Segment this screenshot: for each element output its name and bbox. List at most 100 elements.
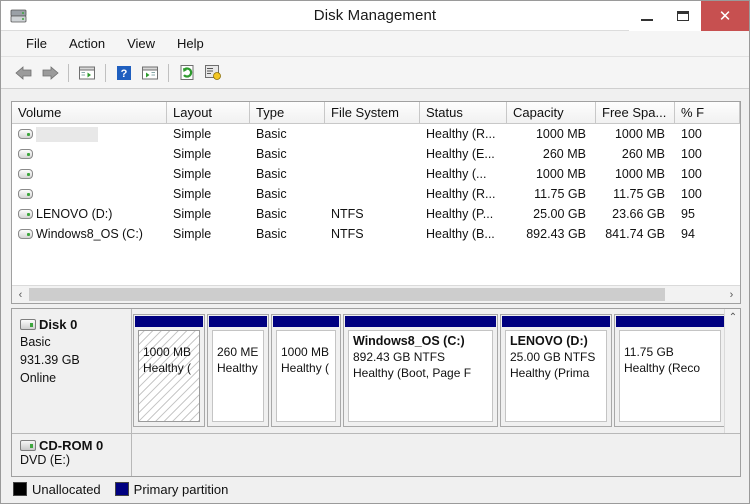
scroll-right-icon[interactable]: › xyxy=(723,286,740,303)
disk-0-info[interactable]: Disk 0 Basic 931.39 GB Online xyxy=(12,309,132,433)
rescan-disks-icon[interactable] xyxy=(200,60,226,86)
cell-free-space: 1000 MB xyxy=(614,127,665,141)
table-row[interactable]: Simple Basic Healthy (R... 1000 MB 1000 MB 10… xyxy=(12,124,740,144)
toolbar-separator xyxy=(168,63,169,82)
toolbar: ? xyxy=(1,57,749,89)
cdrom-0-info[interactable]: CD-ROM 0 DVD (E:) xyxy=(12,434,132,476)
partition-windows8-os-c[interactable]: Windows8_OS (C:) 892.43 GB NTFS Healthy (B… xyxy=(343,314,498,427)
volume-label xyxy=(36,126,98,142)
maximize-button[interactable] xyxy=(665,1,701,31)
scroll-up-icon[interactable]: ⌃ xyxy=(725,309,740,325)
table-row[interactable]: LENOVO (D:) Simple Basic NTFS Healthy (P... 2… xyxy=(12,204,740,224)
graphical-view-vertical-scrollbar[interactable]: ⌃ xyxy=(724,309,740,433)
cdrom-icon xyxy=(20,440,36,451)
column-header-type[interactable]: Type xyxy=(250,102,325,123)
menu-view[interactable]: View xyxy=(116,33,166,54)
cell-status: Healthy (B... xyxy=(426,227,495,241)
column-header-status[interactable]: Status xyxy=(420,102,507,123)
show-hide-action-pane-icon[interactable] xyxy=(137,60,163,86)
column-header-capacity[interactable]: Capacity xyxy=(507,102,596,123)
column-header-free-space[interactable]: Free Spa... xyxy=(596,102,675,123)
volume-list-horizontal-scrollbar[interactable]: ‹ › xyxy=(12,285,740,303)
table-row[interactable]: Simple Basic Healthy (E... 260 MB 260 MB 100 xyxy=(12,144,740,164)
partition-lenovo-d[interactable]: LENOVO (D:) 25.00 GB NTFS Healthy (Prima xyxy=(500,314,612,427)
cell-percent-free: 100 xyxy=(681,127,702,141)
column-header-percent-free[interactable]: % F xyxy=(675,102,740,123)
partition-status: Healthy (Boot, Page F xyxy=(353,366,472,380)
cell-free-space: 11.75 GB xyxy=(613,187,665,201)
cell-file-system: NTFS xyxy=(331,227,364,241)
volume-name-group xyxy=(18,126,98,142)
cell-type: Basic xyxy=(256,127,287,141)
cdrom-0-label: DVD (E:) xyxy=(20,453,70,467)
partition-recovery-1[interactable]: 1000 MB Healthy ( xyxy=(133,314,205,427)
refresh-icon[interactable] xyxy=(174,60,200,86)
partition-status: Healthy (Prima xyxy=(510,366,590,380)
partition-body: 1000 MB Healthy ( xyxy=(276,330,336,422)
partition-title: LENOVO (D:) xyxy=(510,334,588,348)
volume-label: LENOVO (D:) xyxy=(36,207,113,221)
column-header-layout[interactable]: Layout xyxy=(167,102,250,123)
table-row[interactable]: Simple Basic Healthy (... 1000 MB 1000 MB 100 xyxy=(12,164,740,184)
cell-layout: Simple xyxy=(173,127,212,141)
drive-icon xyxy=(18,169,33,179)
partition-body: 1000 MB Healthy ( xyxy=(138,330,200,422)
column-header-file-system[interactable]: File System xyxy=(325,102,420,123)
disk-management-window: Disk Management ✕ File Action View Help xyxy=(0,0,750,504)
drive-icon xyxy=(18,149,33,159)
partition-size: 1000 MB xyxy=(143,345,192,359)
partition-status: Healthy ( xyxy=(281,361,330,375)
partition-status: Healthy ( xyxy=(143,361,192,375)
show-hide-console-tree-icon[interactable] xyxy=(74,60,100,86)
forward-icon[interactable] xyxy=(37,60,63,86)
disk-0-title-row: Disk 0 xyxy=(20,317,125,332)
partition-recovery-3[interactable]: 11.75 GB Healthy (Reco xyxy=(614,314,726,427)
window-controls: ✕ xyxy=(629,1,749,31)
cell-percent-free: 94 xyxy=(681,227,695,241)
disk-0-size: 931.39 GB xyxy=(20,353,80,367)
volume-list-header: Volume Layout Type File System Status Ca… xyxy=(12,102,740,124)
partition-status: Healthy (Reco xyxy=(624,361,701,375)
column-header-volume[interactable]: Volume xyxy=(12,102,167,123)
back-icon[interactable] xyxy=(11,60,37,86)
close-button[interactable]: ✕ xyxy=(701,1,749,31)
cdrom-0-name: CD-ROM 0 xyxy=(39,438,104,453)
help-icon[interactable]: ? xyxy=(111,60,137,86)
legend-unallocated-swatch xyxy=(13,482,27,496)
table-row[interactable]: Simple Basic Healthy (R... 11.75 GB 11.75 GB… xyxy=(12,184,740,204)
table-row[interactable]: Windows8_OS (C:) Simple Basic NTFS Healthy (… xyxy=(12,224,740,244)
cell-capacity: 1000 MB xyxy=(535,167,586,181)
cell-status: Healthy (R... xyxy=(426,187,496,201)
partition-size: 11.75 GB xyxy=(624,345,674,359)
toolbar-separator xyxy=(68,63,69,82)
partition-efi[interactable]: 260 ME Healthy xyxy=(207,314,269,427)
legend: Unallocated Primary partition xyxy=(11,479,741,499)
scroll-left-icon[interactable]: ‹ xyxy=(12,286,29,303)
legend-unallocated: Unallocated xyxy=(13,482,101,497)
scroll-track[interactable] xyxy=(29,287,723,302)
drive-icon xyxy=(18,229,33,239)
cell-type: Basic xyxy=(256,207,287,221)
disk-0-partitions: 1000 MB Healthy (260 ME Healthy 1000 MB Heal… xyxy=(133,309,726,433)
partition-recovery-2[interactable]: 1000 MB Healthy ( xyxy=(271,314,341,427)
cell-capacity: 260 MB xyxy=(542,147,586,161)
disk-0-band: Disk 0 Basic 931.39 GB Online 1000 MB Hea… xyxy=(12,309,740,434)
cell-status: Healthy (... xyxy=(426,167,487,181)
partition-color-bar xyxy=(135,316,203,327)
cell-status: Healthy (R... xyxy=(426,127,496,141)
menu-file[interactable]: File xyxy=(15,33,58,54)
scroll-thumb[interactable] xyxy=(29,288,665,301)
volume-name-group: LENOVO (D:) xyxy=(18,207,112,221)
toolbar-separator xyxy=(105,63,106,82)
menu-action[interactable]: Action xyxy=(58,33,116,54)
menu-help[interactable]: Help xyxy=(166,33,215,54)
partition-color-bar xyxy=(209,316,267,327)
legend-primary-partition: Primary partition xyxy=(114,482,228,497)
partition-body: 11.75 GB Healthy (Reco xyxy=(619,330,721,422)
partition-color-bar xyxy=(502,316,610,327)
minimize-button[interactable] xyxy=(629,1,665,31)
cell-free-space: 23.66 GB xyxy=(612,207,665,221)
partition-size: 260 ME xyxy=(217,345,259,359)
partition-color-bar xyxy=(616,316,724,327)
volume-name-group xyxy=(18,169,36,179)
